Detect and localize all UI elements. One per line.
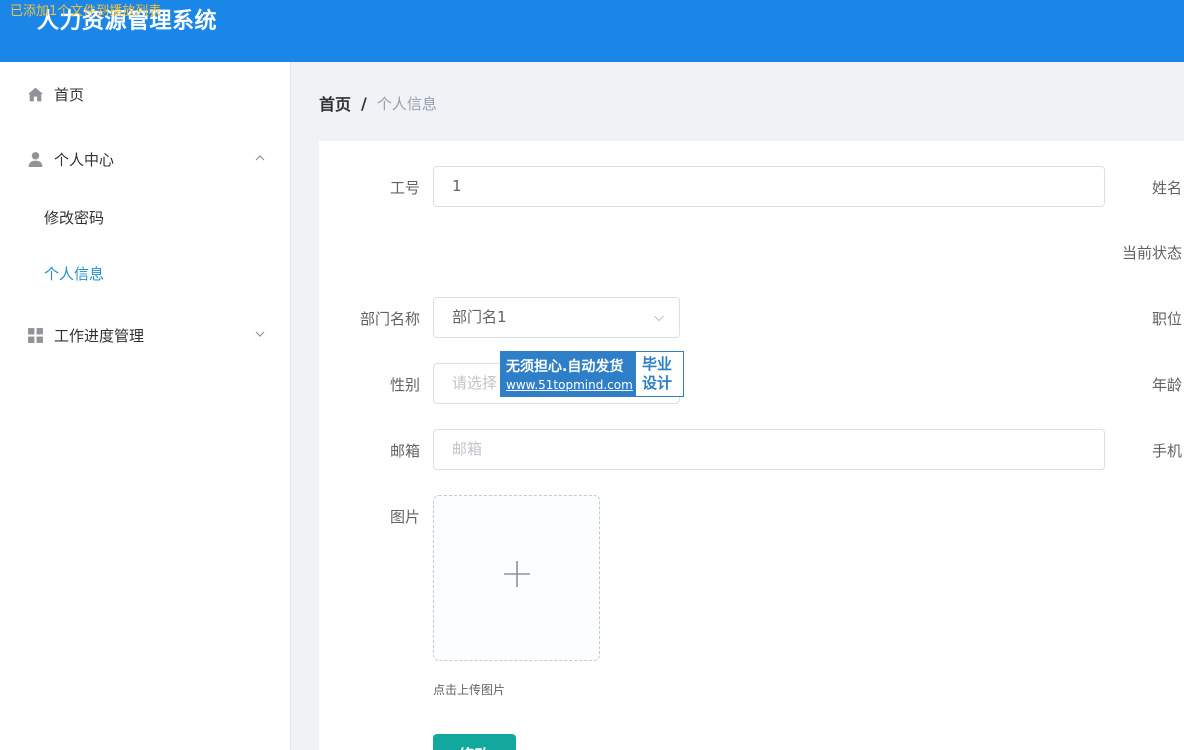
plus-icon [504, 561, 530, 587]
position-label: 职位 [1151, 310, 1182, 328]
breadcrumb: 首页 / 个人信息 [319, 91, 437, 115]
department-select[interactable]: 部门名1 [433, 297, 680, 338]
email-input[interactable]: 邮箱 [433, 429, 1105, 470]
chevron-up-icon [255, 155, 265, 161]
user-icon [28, 152, 43, 167]
chevron-down-icon [255, 331, 265, 337]
sidebar-item-label: 个人中心 [54, 151, 115, 169]
sidebar-item-change-password[interactable]: 修改密码 [0, 192, 290, 242]
name-label: 姓名 [1151, 179, 1182, 197]
employee-id-input[interactable]: 1 [433, 166, 1105, 207]
watermark-badge-line1: 毕业 [642, 355, 673, 373]
sidebar-item-work-progress[interactable]: 工作进度管理 [0, 311, 290, 361]
gender-label: 性别 [389, 376, 420, 394]
watermark-badge: 毕业 设计 [636, 352, 683, 396]
upload-hint: 点击上传图片 [433, 683, 506, 697]
image-upload[interactable] [433, 495, 600, 661]
sidebar-item-label: 工作进度管理 [54, 327, 145, 345]
watermark-banner: 无须担心.自动发货 www.51topmind.com 毕业 设计 [500, 351, 684, 397]
phone-label: 手机 [1151, 442, 1182, 460]
chevron-down-icon [654, 315, 664, 322]
image-label: 图片 [389, 508, 420, 526]
breadcrumb-separator: / [361, 93, 367, 113]
status-label: 当前状态 [1121, 244, 1182, 262]
employee-id-label: 工号 [389, 179, 420, 197]
sidebar-item-home[interactable]: 首页 [0, 70, 290, 120]
watermark-badge-line2: 设计 [642, 374, 673, 392]
watermark-url: www.51topmind.com [506, 378, 633, 392]
sidebar-item-personal-info[interactable]: 个人信息 [0, 248, 290, 298]
department-label: 部门名称 [359, 310, 420, 328]
grid-icon [28, 328, 43, 343]
breadcrumb-current: 个人信息 [376, 94, 437, 113]
email-label: 邮箱 [389, 442, 420, 460]
top-bar: 人力资源管理系统 已添加1个文件到播放列表 [0, 0, 1184, 62]
sidebar-item-label: 个人信息 [44, 265, 105, 283]
watermark-text: 无须担心.自动发货 [506, 359, 624, 375]
sidebar: 首页 个人中心 修改密码 个人信息 工作进度管理 [0, 62, 291, 750]
profile-form-card: 工号 1 姓名 当前状态 部门名称 部门名1 职位 性别 请选择 年龄 邮箱 邮… [319, 141, 1184, 750]
department-selected-value: 部门名1 [452, 308, 507, 326]
home-icon [28, 87, 43, 102]
breadcrumb-home[interactable]: 首页 [319, 91, 351, 115]
playlist-notice: 已添加1个文件到播放列表 [10, 4, 162, 19]
sidebar-item-personal-center[interactable]: 个人中心 [0, 135, 290, 185]
age-label: 年龄 [1151, 376, 1182, 394]
sidebar-item-label: 修改密码 [44, 209, 105, 227]
sidebar-item-label: 首页 [54, 86, 85, 104]
submit-button[interactable]: 修改 [433, 734, 516, 750]
